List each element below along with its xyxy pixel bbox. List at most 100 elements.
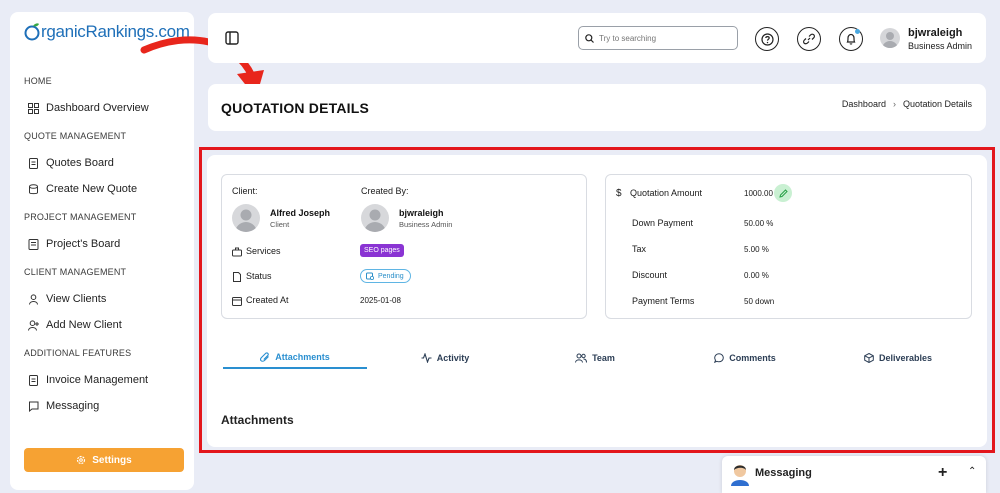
tab-label: Comments — [729, 353, 776, 363]
dollar-icon: $ — [616, 188, 622, 199]
creator-role: Business Admin — [399, 220, 453, 229]
sidebar-item-messaging[interactable]: Messaging — [28, 400, 99, 412]
down-payment-value: 50.00 % — [744, 219, 774, 228]
service-tag: SEO pages — [360, 244, 404, 257]
tax-label: Tax — [632, 244, 647, 254]
paperclip-icon — [260, 352, 270, 362]
sidebar-item-projects-board[interactable]: Project's Board — [28, 238, 120, 250]
client-role: Client — [270, 220, 290, 229]
quotation-info-card: Client: Created By: Alfred Joseph Client… — [221, 174, 587, 319]
tab-label: Deliverables — [878, 353, 933, 363]
pencil-icon — [778, 188, 788, 198]
help-button[interactable] — [755, 27, 779, 51]
page-title-bar: QUOTATION DETAILS Dashboard › Quotation … — [208, 84, 986, 131]
sidebar-item-label: Add New Client — [46, 319, 122, 331]
messaging-widget[interactable]: Messaging + ⌃ — [722, 456, 986, 493]
link-button[interactable] — [797, 27, 821, 51]
sidebar-item-label: Create New Quote — [46, 183, 138, 195]
user-role: Business Admin — [908, 41, 973, 51]
sidebar-item-create-new-quote[interactable]: Create New Quote — [28, 183, 137, 195]
creator-avatar — [361, 204, 389, 232]
creator-name: bjwraleigh — [399, 208, 444, 218]
discount-value: 0.00 % — [744, 271, 769, 280]
nav-section-home: HOME — [24, 76, 52, 86]
payment-terms-label: Payment Terms — [632, 296, 695, 306]
avatar-placeholder-icon — [235, 209, 257, 232]
tab-attachments[interactable]: Attachments — [223, 347, 367, 369]
sidebar-item-label: View Clients — [46, 293, 107, 305]
tab-comments[interactable]: Comments — [673, 347, 817, 369]
grid-icon — [28, 102, 39, 114]
quotation-content-panel: Client: Created By: Alfred Joseph Client… — [207, 155, 987, 447]
user-avatar[interactable] — [880, 28, 900, 48]
quotation-amounts-card: $ Quotation Amount 1000.00 Down Payment … — [605, 174, 972, 319]
page-title: QUOTATION DETAILS — [221, 100, 370, 116]
notifications-button[interactable] — [839, 27, 863, 51]
settings-button-label: Settings — [92, 454, 132, 466]
sidebar-item-dashboard-overview[interactable]: Dashboard Overview — [28, 102, 149, 114]
created-at-value: 2025-01-08 — [360, 296, 401, 305]
new-message-icon[interactable]: + — [938, 464, 947, 482]
status-badge: Pending — [360, 269, 411, 283]
settings-button[interactable]: Settings — [24, 448, 184, 472]
avatar-placeholder-icon — [882, 32, 898, 48]
tab-label: Activity — [436, 353, 470, 363]
logo-leaf-icon — [24, 23, 40, 41]
created-by-label: Created By: — [361, 186, 409, 196]
status-label: Status — [246, 271, 272, 281]
box-icon — [864, 353, 874, 363]
nav-section-client: CLIENT MANAGEMENT — [24, 267, 127, 277]
top-header: bjwraleigh Business Admin — [208, 13, 986, 63]
sidebar-item-invoice-management[interactable]: Invoice Management — [28, 374, 148, 386]
client-label: Client: — [232, 186, 258, 196]
details-tabs: Attachments Activity Team Comments Deliv… — [223, 347, 973, 369]
document-icon — [233, 272, 241, 282]
user-plus-icon — [28, 319, 39, 331]
chevron-right-icon: › — [892, 99, 896, 109]
file-icon — [29, 374, 38, 386]
messaging-avatar — [731, 465, 749, 486]
sidebar-item-label: Invoice Management — [46, 374, 149, 386]
database-icon — [29, 183, 38, 194]
messaging-label: Messaging — [755, 467, 812, 479]
nav-section-additional: ADDITIONAL FEATURES — [24, 348, 132, 358]
sidebar-item-label: Dashboard Overview — [46, 102, 149, 114]
user-icon — [29, 293, 38, 305]
sidebar-item-quotes-board[interactable]: Quotes Board — [28, 157, 114, 169]
search-input[interactable] — [599, 33, 729, 43]
search-box[interactable] — [578, 26, 738, 50]
sidebar-item-label: Quotes Board — [46, 157, 114, 169]
client-avatar — [232, 204, 260, 232]
breadcrumb-dashboard-link[interactable]: Dashboard — [842, 99, 886, 109]
nav-section-project: PROJECT MANAGEMENT — [24, 212, 137, 222]
discount-label: Discount — [632, 270, 668, 280]
gear-icon — [77, 455, 86, 465]
payment-terms-value: 50 down — [744, 297, 775, 306]
activity-icon — [421, 353, 432, 363]
avatar-placeholder-icon — [364, 209, 386, 232]
tab-team[interactable]: Team — [523, 347, 667, 369]
chevron-up-icon[interactable]: ⌃ — [968, 466, 976, 477]
status-badge-label: Pending — [378, 272, 404, 280]
tab-deliverables[interactable]: Deliverables — [823, 347, 973, 369]
calendar-clock-icon — [366, 272, 374, 280]
sidebar-item-view-clients[interactable]: View Clients — [28, 293, 106, 305]
sidebar-toggle-icon — [225, 31, 239, 45]
nav-section-quote: QUOTE MANAGEMENT — [24, 131, 127, 141]
user-name[interactable]: bjwraleigh — [908, 27, 962, 39]
tab-label: Attachments — [275, 352, 330, 362]
breadcrumb: Dashboard › Quotation Details — [842, 99, 972, 109]
chat-icon — [29, 401, 39, 412]
breadcrumb-current: Quotation Details — [902, 99, 972, 109]
briefcase-icon — [232, 247, 242, 257]
client-name: Alfred Joseph — [270, 208, 331, 218]
edit-amount-button[interactable] — [774, 184, 792, 202]
sidebar-toggle-button[interactable] — [222, 28, 242, 48]
tab-activity[interactable]: Activity — [373, 347, 517, 369]
services-label: Services — [246, 246, 281, 256]
sidebar-item-label: Project's Board — [46, 238, 121, 250]
comment-icon — [714, 353, 725, 363]
down-payment-label: Down Payment — [632, 218, 694, 228]
file-icon — [29, 157, 38, 169]
sidebar-item-add-new-client[interactable]: Add New Client — [28, 319, 122, 331]
